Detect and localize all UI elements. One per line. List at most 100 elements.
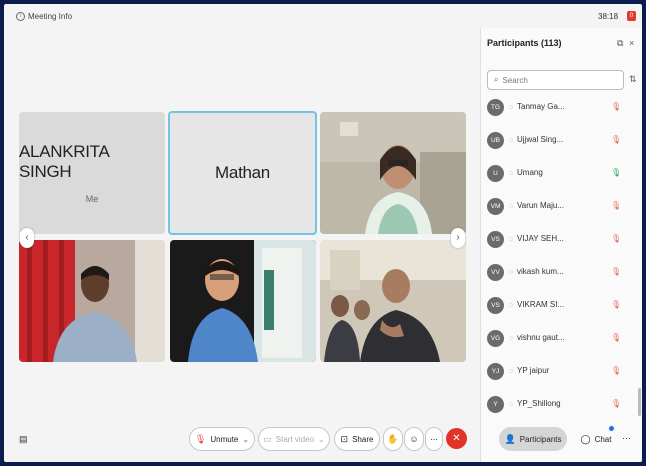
participants-button[interactable]: 👤 Participants	[499, 427, 567, 451]
previous-page-arrow[interactable]: ‹	[20, 228, 34, 248]
meeting-info-link[interactable]: i Meeting Info	[16, 12, 72, 21]
mic-muted-icon: 🎙	[611, 300, 622, 309]
participant-row[interactable]: Y ◌ YP_Shillong 🎙	[481, 390, 641, 420]
video-feed	[320, 240, 466, 362]
avatar: VG	[487, 330, 504, 347]
more-icon: ⋯	[430, 434, 438, 444]
popout-icon[interactable]: ⧉	[617, 38, 623, 49]
reactions-button[interactable]: ☺	[404, 427, 424, 451]
hand-icon: ✋	[387, 433, 399, 444]
avatar: UB	[487, 132, 504, 149]
avatar: VS	[487, 231, 504, 248]
participant-row[interactable]: YJ ◌ YP jaipur 🎙	[481, 357, 641, 387]
video-tile-mathan[interactable]: Mathan	[168, 111, 317, 235]
search-input[interactable]: ⌕ Search	[487, 70, 624, 90]
participant-row[interactable]: UB ◌ Ujjwal Sing... 🎙	[481, 126, 641, 156]
more-icon[interactable]: ⋯	[622, 433, 631, 444]
avatar: Y	[487, 396, 504, 413]
mic-muted-icon: 🎙	[611, 201, 622, 210]
mic-muted-icon: 🎙	[611, 267, 622, 276]
participant-name: vikash kum...	[517, 267, 564, 276]
participant-name: YP jaipur	[517, 366, 550, 375]
scrollbar[interactable]	[638, 388, 641, 416]
video-tile-woman[interactable]	[320, 112, 466, 234]
status-icon: ◌	[509, 401, 514, 408]
next-page-arrow[interactable]: ›	[451, 228, 465, 248]
video-tile-room[interactable]	[320, 240, 466, 362]
mic-muted-icon: 🎙	[611, 333, 622, 342]
video-off-icon: ▭	[263, 433, 272, 444]
participant-row[interactable]: VM ◌ Varun Maju... 🎙	[481, 192, 641, 222]
participant-name: vishnu gaut...	[517, 333, 565, 342]
status-icon: ◌	[509, 236, 514, 243]
participant-row[interactable]: U ◌ Umang 🎙	[481, 159, 641, 189]
meeting-toolbar: ▤ 🎙 Unmute ⌄ ▭ Start video ⌄ ⊡ Share ✋ ☺…	[4, 418, 642, 462]
participant-name: ALANKRITA SINGH	[19, 142, 109, 181]
participant-name: Umang	[517, 168, 543, 177]
start-video-button[interactable]: ▭ Start video ⌄	[258, 427, 330, 451]
chat-icon: ◯	[580, 433, 591, 444]
unmute-button[interactable]: 🎙 Unmute ⌄	[189, 427, 255, 451]
close-icon[interactable]: ×	[629, 38, 634, 48]
meeting-timer: 38:18	[598, 12, 619, 21]
share-button[interactable]: ⊡ Share	[334, 427, 380, 451]
participant-name: Mathan	[215, 163, 270, 182]
sort-icon[interactable]: ⇅	[629, 74, 637, 85]
participant-row[interactable]: TG ◌ Tanmay Ga... 🎙	[481, 93, 641, 123]
mic-muted-icon: 🎙	[611, 234, 622, 243]
participants-list: TG ◌ Tanmay Ga... 🎙 UB ◌ Ujjwal Sing... 🎙 U ◌ Uman…	[481, 93, 641, 462]
mic-on-icon: 🎙	[611, 168, 622, 177]
participant-row[interactable]: VV ◌ vikash kum... 🎙	[481, 258, 641, 288]
mic-muted-icon: 🎙	[611, 102, 622, 111]
participant-row[interactable]: VS ◌ VIKRAM SI... 🎙	[481, 291, 641, 321]
mic-muted-icon: 🎙	[611, 399, 622, 408]
status-icon: ◌	[509, 335, 514, 342]
video-tile-man-red-curtain[interactable]	[19, 240, 165, 362]
search-icon: ⌕	[494, 75, 499, 84]
status-icon: ◌	[509, 170, 514, 177]
avatar: VM	[487, 198, 504, 215]
status-icon: ◌	[509, 302, 514, 309]
status-icon: ◌	[509, 137, 514, 144]
mic-muted-icon: 🎙	[611, 366, 622, 375]
hand-raise-button[interactable]: ✋	[383, 427, 403, 451]
emoji-icon: ☺	[409, 434, 419, 444]
participant-name: Ujjwal Sing...	[517, 135, 564, 144]
mic-muted-icon: 🎙	[194, 433, 207, 444]
mic-muted-icon: 🎙	[611, 135, 622, 144]
share-icon: ⊡	[340, 433, 349, 444]
start-video-label: Start video	[275, 434, 315, 444]
people-icon: 👤	[504, 433, 516, 444]
participant-name: Tanmay Ga...	[517, 102, 565, 111]
participant-row[interactable]: VG ◌ vishnu gaut... 🎙	[481, 324, 641, 354]
participant-name: YP_Shillong	[517, 399, 561, 408]
status-icon: ◌	[509, 269, 514, 276]
participant-name: Varun Maju...	[517, 201, 564, 210]
status-icon: ◌	[509, 368, 514, 375]
unmute-label: Unmute	[210, 434, 239, 444]
leave-meeting-button[interactable]: ✕	[446, 428, 467, 449]
avatar: VS	[487, 297, 504, 314]
participant-name: VIKRAM SI...	[517, 300, 565, 309]
meeting-info-label: Meeting Info	[28, 12, 73, 21]
participant-row[interactable]: VS ◌ VIJAY SEH... 🎙	[481, 225, 641, 255]
meeting-window: i Meeting Info 38:18 0 ALANKRITA SINGH M…	[4, 4, 642, 462]
avatar: U	[487, 165, 504, 182]
search-placeholder: Search	[502, 75, 528, 85]
chevron-down-icon[interactable]: ⌄	[242, 435, 249, 444]
avatar: VV	[487, 264, 504, 281]
video-tile-man-glasses[interactable]	[170, 240, 316, 362]
avatar: YJ	[487, 363, 504, 380]
video-feed	[19, 240, 165, 362]
recording-badge: 0	[627, 11, 636, 21]
captions-icon[interactable]: ▤	[19, 434, 28, 445]
chevron-down-icon[interactable]: ⌄	[318, 435, 325, 444]
participants-panel: Participants (113) ⧉ × ⌕ Search ⇅ TG ◌ Tan…	[480, 28, 642, 462]
status-icon: ◌	[509, 203, 514, 210]
video-feed	[320, 112, 466, 234]
avatar: TG	[487, 99, 504, 116]
participants-title: Participants (113)	[487, 38, 562, 48]
participants-label: Participants	[519, 434, 562, 444]
more-options-button[interactable]: ⋯	[425, 427, 443, 451]
video-tile-alankrita[interactable]: ALANKRITA SINGH Me	[19, 112, 165, 234]
